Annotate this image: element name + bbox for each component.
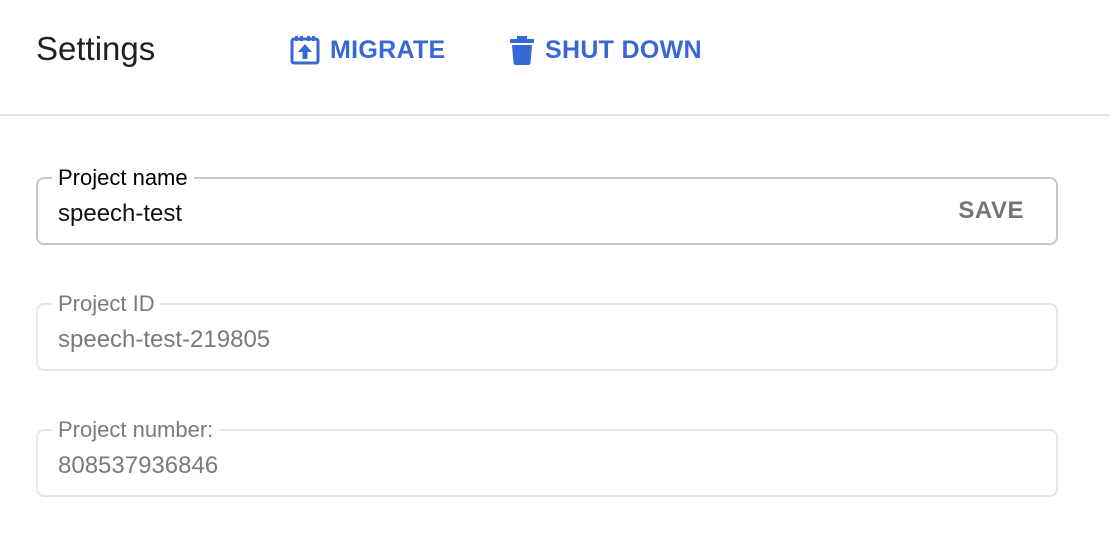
migrate-button[interactable]: MIGRATE [290, 30, 446, 70]
settings-header: Settings MIGRATE SHUT DOWN [0, 0, 1110, 116]
settings-page: Settings MIGRATE SHUT DOWN Project name … [0, 0, 1110, 538]
page-title: Settings [36, 30, 156, 67]
shut-down-label: SHUT DOWN [545, 35, 702, 64]
project-name-label: Project name [52, 166, 194, 190]
project-name-input[interactable]: speech-test [58, 199, 182, 229]
save-button[interactable]: SAVE [958, 196, 1024, 226]
trash-icon [509, 35, 535, 65]
project-name-field[interactable]: Project name speech-test SAVE [36, 166, 1058, 245]
migrate-label: MIGRATE [330, 35, 446, 64]
project-number-field: Project number: 808537936846 [36, 418, 1058, 497]
shut-down-button[interactable]: SHUT DOWN [509, 30, 702, 70]
project-id-label: Project ID [52, 292, 161, 316]
project-id-value: speech-test-219805 [58, 326, 271, 353]
project-number-value: 808537936846 [58, 452, 219, 479]
migrate-icon [290, 35, 320, 65]
project-id-field: Project ID speech-test-219805 [36, 292, 1058, 371]
project-number-label: Project number: [52, 418, 220, 442]
